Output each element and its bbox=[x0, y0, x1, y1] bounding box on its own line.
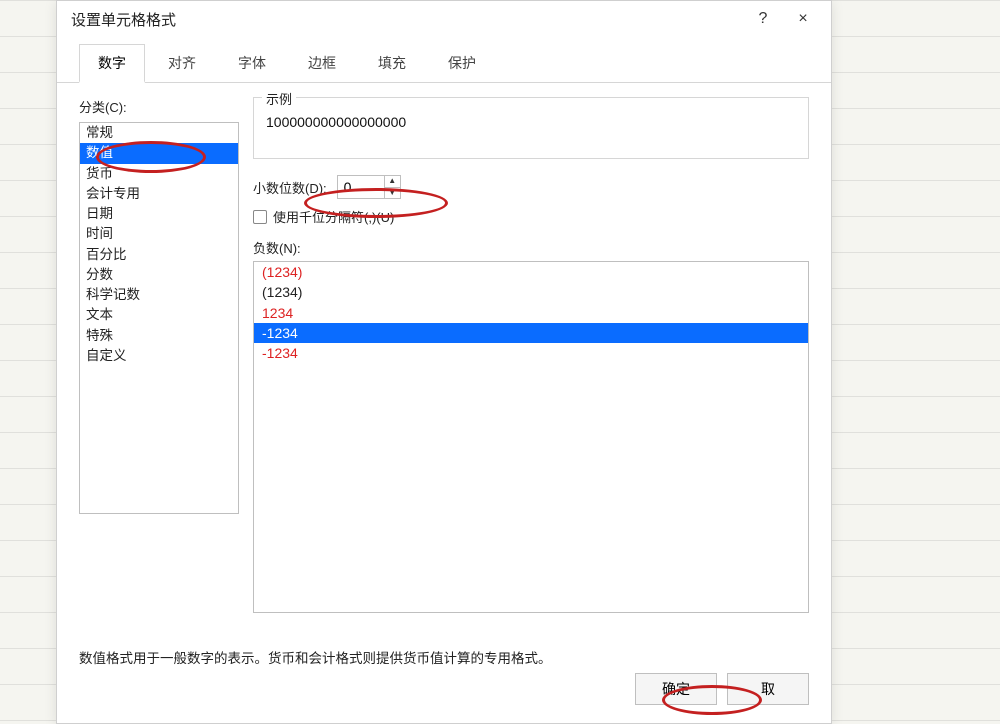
tab-fill[interactable]: 填充 bbox=[359, 44, 425, 83]
format-cells-dialog: 设置单元格格式 ? × 数字 对齐 字体 边框 填充 保护 分类(C): 常规 … bbox=[56, 0, 832, 724]
dialog-title: 设置单元格格式 bbox=[71, 9, 743, 30]
decimal-places-row: 小数位数(D): ▲ ▼ bbox=[253, 175, 809, 199]
sample-value: 100000000000000000 bbox=[266, 114, 796, 130]
category-item[interactable]: 特殊 bbox=[80, 326, 238, 346]
tab-font[interactable]: 字体 bbox=[219, 44, 285, 83]
negative-numbers-label: 负数(N): bbox=[253, 238, 809, 257]
spinner-down-icon[interactable]: ▼ bbox=[385, 188, 400, 199]
tab-border[interactable]: 边框 bbox=[289, 44, 355, 83]
help-button[interactable]: ? bbox=[743, 6, 783, 32]
tab-protect[interactable]: 保护 bbox=[429, 44, 495, 83]
category-label: 分类(C): bbox=[79, 97, 239, 116]
tab-alignment[interactable]: 对齐 bbox=[149, 44, 215, 83]
sample-label: 示例 bbox=[262, 89, 296, 108]
format-description: 数值格式用于一般数字的表示。货币和会计格式则提供货币值计算的专用格式。 bbox=[79, 647, 809, 667]
category-item[interactable]: 常规 bbox=[80, 123, 238, 143]
category-item[interactable]: 自定义 bbox=[80, 346, 238, 366]
category-item[interactable]: 日期 bbox=[80, 204, 238, 224]
category-item[interactable]: 时间 bbox=[80, 224, 238, 244]
dialog-content: 分类(C): 常规 数值 货币 会计专用 日期 时间 百分比 分数 科学记数 文… bbox=[57, 83, 831, 723]
close-button[interactable]: × bbox=[783, 6, 823, 32]
sample-box: 示例 100000000000000000 bbox=[253, 97, 809, 159]
negative-item[interactable]: -1234 bbox=[254, 343, 808, 363]
spinner-arrows: ▲ ▼ bbox=[384, 176, 400, 198]
category-item[interactable]: 百分比 bbox=[80, 245, 238, 265]
negative-numbers-list[interactable]: (1234) (1234) 1234 -1234 -1234 bbox=[253, 261, 809, 613]
category-item[interactable]: 货币 bbox=[80, 164, 238, 184]
negative-item[interactable]: -1234 bbox=[254, 323, 808, 343]
category-item[interactable]: 数值 bbox=[80, 143, 238, 163]
thousands-separator-checkbox[interactable] bbox=[253, 210, 267, 224]
close-icon: × bbox=[798, 10, 807, 27]
ok-button[interactable]: 确定 bbox=[635, 673, 717, 705]
spinner-up-icon[interactable]: ▲ bbox=[385, 176, 400, 188]
thousands-separator-label: 使用千位分隔符(,)(U) bbox=[273, 207, 394, 226]
category-item[interactable]: 分数 bbox=[80, 265, 238, 285]
cancel-button[interactable]: 取 bbox=[727, 673, 809, 705]
tab-number[interactable]: 数字 bbox=[79, 44, 145, 83]
decimal-places-label: 小数位数(D): bbox=[253, 178, 327, 197]
thousands-separator-row: 使用千位分隔符(,)(U) bbox=[253, 207, 809, 226]
category-item[interactable]: 科学记数 bbox=[80, 285, 238, 305]
tab-bar: 数字 对齐 字体 边框 填充 保护 bbox=[57, 37, 831, 83]
negative-item[interactable]: (1234) bbox=[254, 262, 808, 282]
dialog-titlebar: 设置单元格格式 ? × bbox=[57, 1, 831, 37]
category-list[interactable]: 常规 数值 货币 会计专用 日期 时间 百分比 分数 科学记数 文本 特殊 自定… bbox=[79, 122, 239, 514]
negative-item[interactable]: 1234 bbox=[254, 303, 808, 323]
decimal-places-input[interactable] bbox=[338, 176, 384, 198]
negative-item[interactable]: (1234) bbox=[254, 282, 808, 302]
decimal-places-spinner[interactable]: ▲ ▼ bbox=[337, 175, 401, 199]
category-item[interactable]: 会计专用 bbox=[80, 184, 238, 204]
dialog-footer: 确定 取 bbox=[79, 667, 809, 713]
category-item[interactable]: 文本 bbox=[80, 305, 238, 325]
